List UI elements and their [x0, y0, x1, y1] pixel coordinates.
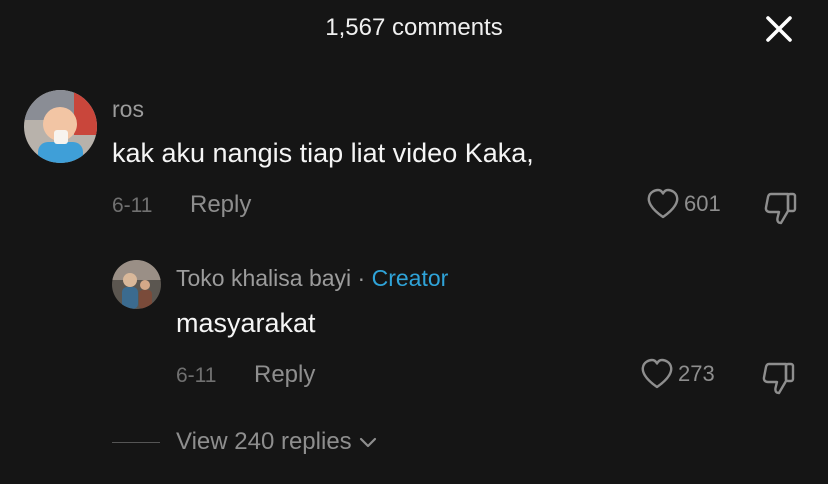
creator-badge: Creator — [371, 265, 449, 291]
dislike-icon — [762, 362, 795, 395]
heart-icon — [641, 358, 673, 389]
close-button[interactable] — [764, 14, 794, 44]
heart-icon — [647, 188, 679, 219]
like-count: 273 — [678, 361, 715, 386]
reply-button[interactable]: Reply — [190, 191, 251, 219]
reply-username[interactable]: Toko khalisa bayi — [176, 265, 351, 291]
reply-date: 6-11 — [176, 364, 217, 387]
chevron-down-icon — [359, 437, 376, 448]
avatar[interactable] — [112, 260, 161, 309]
separator-dot: · — [357, 265, 366, 291]
reply-like-button[interactable]: 273 — [640, 358, 715, 390]
close-icon — [766, 16, 792, 42]
divider — [112, 442, 160, 443]
like-button[interactable]: 601 — [646, 188, 721, 220]
dislike-button[interactable] — [762, 190, 798, 226]
reply-dislike-button[interactable] — [760, 360, 796, 396]
reply-reply-button[interactable]: Reply — [254, 361, 315, 389]
comment-text: kak aku nangis tiap liat video Kaka, — [112, 138, 534, 168]
comment-date: 6-11 — [112, 194, 153, 217]
reply-text: masyarakat — [176, 308, 316, 338]
reply-author-line: Toko khalisa bayi · Creator — [176, 265, 448, 292]
view-replies-label: View 240 replies — [176, 428, 352, 455]
view-replies-button[interactable]: View 240 replies — [176, 428, 378, 456]
dislike-icon — [764, 192, 797, 225]
comments-count-title: 1,567 comments — [325, 14, 503, 41]
avatar[interactable] — [24, 90, 97, 163]
comment-username[interactable]: ros — [112, 96, 144, 123]
like-count: 601 — [684, 191, 721, 216]
